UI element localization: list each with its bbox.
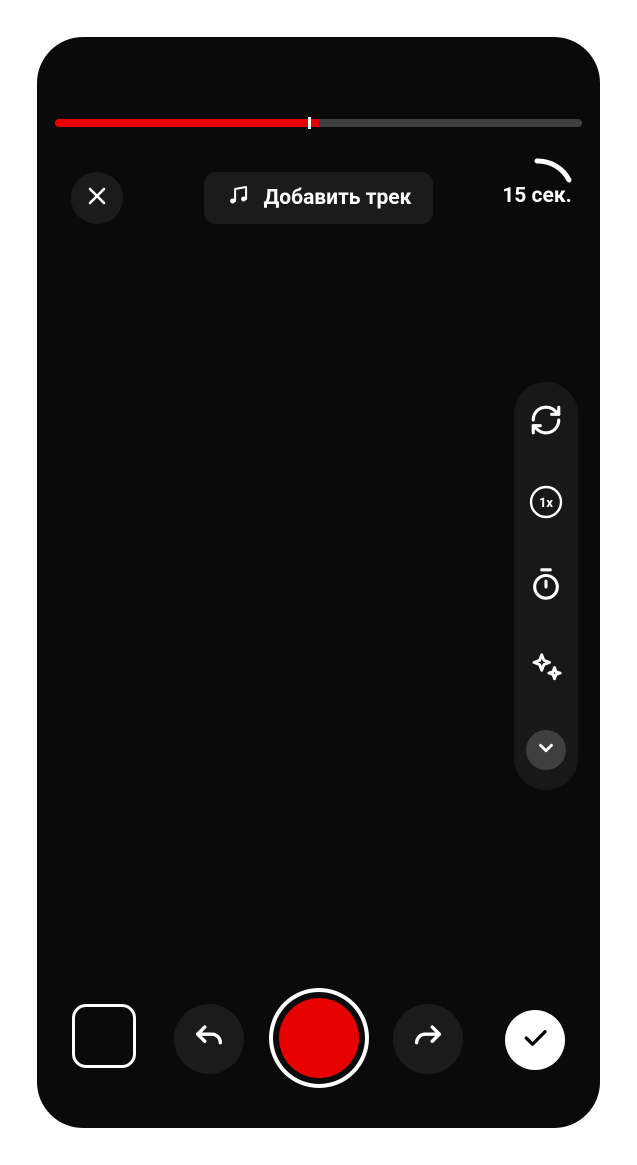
duration-selector[interactable]: 15 сек. <box>496 155 578 237</box>
flip-camera-icon <box>529 403 563 441</box>
add-track-button[interactable]: Добавить трек <box>204 172 434 224</box>
expand-tools-button[interactable] <box>526 730 566 770</box>
camera-tools-toolbar: 1x <box>514 382 578 790</box>
speed-icon: 1x <box>528 484 564 524</box>
redo-button[interactable] <box>393 1004 463 1074</box>
timer-icon <box>529 567 563 605</box>
recording-progress-marker <box>308 117 311 129</box>
close-icon <box>85 184 109 212</box>
flip-camera-button[interactable] <box>526 402 566 442</box>
undo-icon <box>192 1020 226 1058</box>
timer-button[interactable] <box>526 566 566 606</box>
duration-label: 15 сек. <box>502 184 572 208</box>
record-icon <box>279 998 359 1078</box>
sparkle-icon <box>529 649 563 687</box>
svg-text:1x: 1x <box>539 496 553 511</box>
add-track-label: Добавить трек <box>264 186 412 210</box>
confirm-button[interactable] <box>505 1010 565 1070</box>
recording-progress-fill <box>55 119 319 127</box>
camera-screen: Добавить трек 15 сек. 1x <box>37 37 600 1128</box>
chevron-down-icon <box>535 737 557 763</box>
recording-progress-track[interactable] <box>55 119 582 127</box>
music-note-icon <box>226 183 250 213</box>
stop-button[interactable] <box>72 1004 136 1068</box>
undo-button[interactable] <box>174 1004 244 1074</box>
redo-icon <box>411 1020 445 1058</box>
check-icon <box>520 1023 550 1057</box>
close-button[interactable] <box>71 172 123 224</box>
speed-button[interactable]: 1x <box>526 484 566 524</box>
effects-button[interactable] <box>526 648 566 688</box>
record-button[interactable] <box>269 988 369 1088</box>
